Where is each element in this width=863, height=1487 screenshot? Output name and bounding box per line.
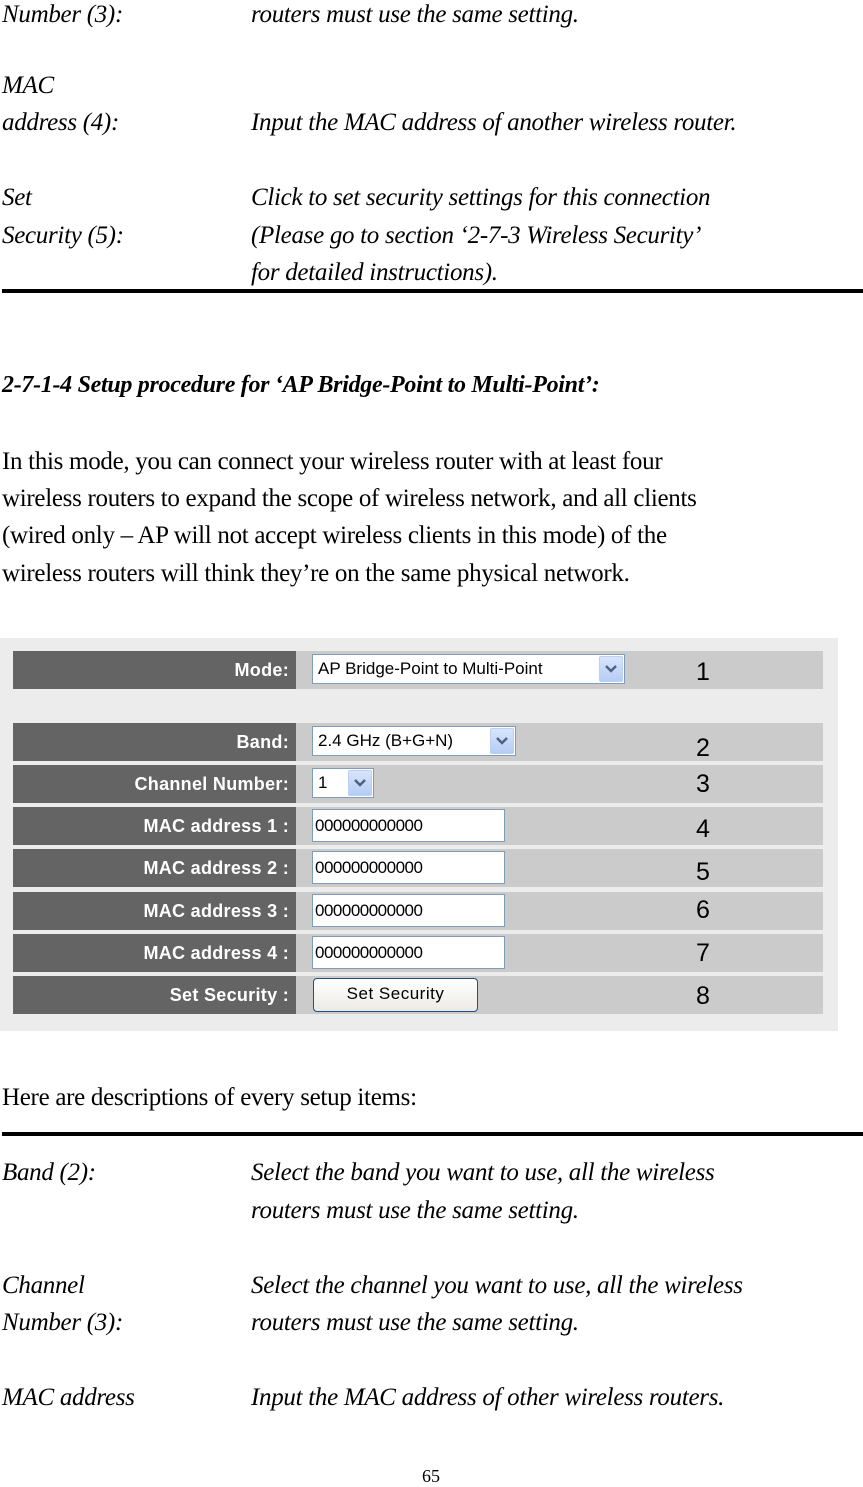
- desc-label-mac-address: MAC address: [2, 1384, 135, 1411]
- desc-label-set-security-line2: Security (5):: [2, 222, 124, 249]
- mode-select-value: AP Bridge-Point to Multi-Point: [318, 659, 543, 678]
- desc-label-channel-line2: Number (3):: [2, 1309, 123, 1336]
- table-rule-bottom: [2, 289, 863, 293]
- table-rule-top: [2, 1132, 863, 1136]
- intro-line-2: wireless routers to expand the scope of …: [2, 485, 697, 512]
- mac-address-4-input[interactable]: 000000000000: [312, 936, 505, 969]
- router-settings-screenshot: Mode: AP Bridge-Point to Multi-Point Ban…: [0, 638, 838, 1031]
- callout-7: 7: [696, 939, 710, 967]
- mac-address-4-label: MAC address 4 :: [13, 934, 296, 972]
- mode-select[interactable]: AP Bridge-Point to Multi-Point: [312, 654, 625, 684]
- intro-line-4: wireless routers will think they’re on t…: [2, 560, 630, 587]
- channel-number-label: Channel Number:: [13, 765, 296, 803]
- callout-1: 1: [696, 658, 710, 686]
- desc-text-channel-number-continued: routers must use the same setting.: [251, 1, 579, 28]
- mode-label: Mode:: [13, 651, 296, 689]
- callout-8: 8: [696, 982, 710, 1010]
- desc-text-mac-address: Input the MAC address of other wireless …: [251, 1384, 725, 1411]
- desc-label-band: Band (2):: [2, 1159, 96, 1186]
- mac-address-3-label: MAC address 3 :: [13, 892, 296, 930]
- desc-label-mac-line2: address (4):: [2, 109, 119, 136]
- page-number: 65: [422, 1466, 440, 1486]
- chevron-down-icon[interactable]: [348, 770, 372, 796]
- callout-4: 4: [696, 815, 710, 843]
- desc-label-channel-line1: Channel: [2, 1272, 85, 1299]
- desc-text-mac: Input the MAC address of another wireles…: [251, 109, 737, 136]
- desc-text-set-security-line1: Click to set security settings for this …: [251, 184, 711, 211]
- callout-3: 3: [696, 770, 710, 798]
- intro-line-1: In this mode, you can connect your wirel…: [2, 448, 663, 475]
- chevron-down-icon[interactable]: [599, 656, 623, 682]
- intro-line-3: (wired only – AP will not accept wireles…: [2, 522, 667, 549]
- desc-label-set-security-line1: Set: [2, 184, 32, 211]
- mac-address-3-input[interactable]: 000000000000: [312, 894, 505, 927]
- callout-2: 2: [696, 734, 710, 762]
- chevron-down-icon[interactable]: [490, 728, 514, 754]
- desc-text-band-line2: routers must use the same setting.: [251, 1197, 579, 1224]
- desc-text-channel-line1: Select the channel you want to use, all …: [251, 1272, 743, 1299]
- channel-number-select-value: 1: [318, 773, 328, 792]
- band-label: Band:: [13, 723, 296, 761]
- descriptions-intro: Here are descriptions of every setup ite…: [2, 1084, 417, 1111]
- desc-text-channel-line2: routers must use the same setting.: [251, 1309, 579, 1336]
- desc-text-set-security-line3: for detailed instructions).: [251, 259, 498, 286]
- mac-address-1-input[interactable]: 000000000000: [312, 809, 505, 842]
- desc-text-set-security-line2: (Please go to section ‘2-7-3 Wireless Se…: [251, 222, 702, 249]
- set-security-button[interactable]: Set Security: [313, 978, 478, 1012]
- desc-label-mac-line1: MAC: [2, 72, 54, 99]
- mac-address-2-label: MAC address 2 :: [13, 849, 296, 887]
- band-select-value: 2.4 GHz (B+G+N): [318, 731, 454, 750]
- band-select[interactable]: 2.4 GHz (B+G+N): [312, 726, 516, 756]
- channel-number-select[interactable]: 1: [312, 768, 374, 798]
- desc-label-channel-number-continued: Number (3):: [2, 1, 123, 28]
- callout-5: 5: [696, 858, 710, 886]
- set-security-label: Set Security :: [13, 976, 296, 1014]
- mac-address-2-input[interactable]: 000000000000: [312, 851, 505, 884]
- section-heading: 2-7-1-4 Setup procedure for ‘AP Bridge-P…: [2, 372, 600, 398]
- desc-text-band-line1: Select the band you want to use, all the…: [251, 1159, 715, 1186]
- callout-6: 6: [696, 896, 710, 924]
- mac-address-1-label: MAC address 1 :: [13, 807, 296, 845]
